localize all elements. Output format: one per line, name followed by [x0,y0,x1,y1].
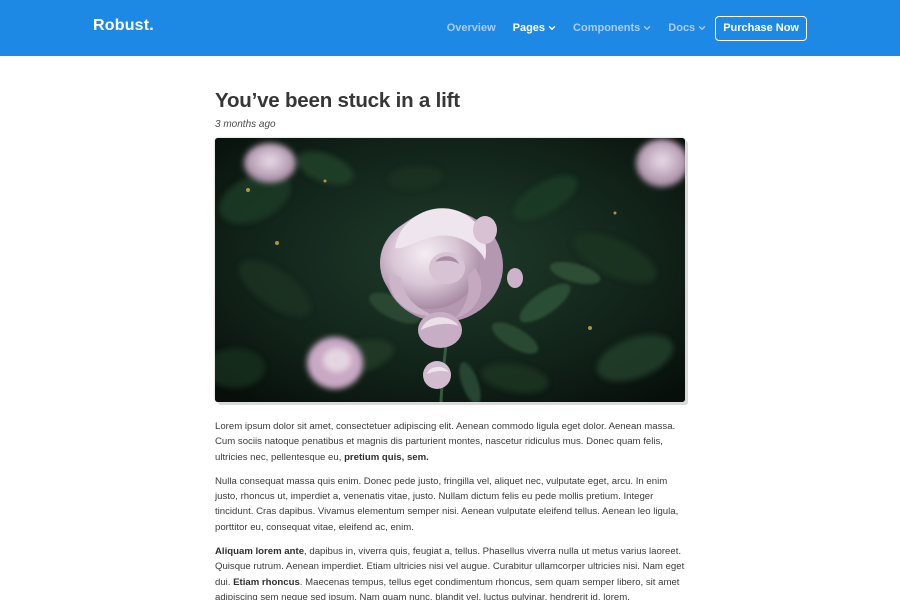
nav-item-label: Pages [512,22,546,34]
top-navbar: Robust. Overview Pages Components Docs P… [0,0,900,56]
nav-item-pages[interactable]: Pages [513,16,556,40]
article-body: Lorem ipsum dolor sit amet, consectetuer… [215,419,685,600]
nav-item-components[interactable]: Components [573,16,651,40]
article-paragraph: Nulla consequat massa quis enim. Donec p… [215,474,685,535]
chevron-down-icon [548,24,556,32]
brand-logo[interactable]: Robust. [93,17,154,35]
hero-image [215,138,685,402]
nav-item-docs[interactable]: Docs [668,16,706,40]
article-header: You’ve been stuck in a lift 3 months ago [215,88,685,132]
nav-item-label: Overview [446,22,496,34]
article-paragraph: Lorem ipsum dolor sit amet, consectetuer… [215,419,685,465]
post-date: 3 months ago [215,119,276,130]
page-title: You’ve been stuck in a lift [215,89,460,112]
purchase-now-button[interactable]: Purchase Now [715,15,807,41]
paragraph-text: Nulla consequat massa quis enim. Donec p… [215,475,679,533]
nav-item-overview[interactable]: Overview [447,16,496,40]
nav-item-label: Docs [668,22,696,34]
chevron-down-icon [643,24,651,32]
article-paragraph: Aliquam lorem ante, dapibus in, viverra … [215,544,685,600]
paragraph-text: Lorem ipsum dolor sit amet, consectetuer… [215,421,676,463]
main-nav: Overview Pages Components Docs Purchase … [447,15,807,41]
nav-item-label: Components [573,22,641,34]
paragraph-emphasis: pretium quis, sem. [344,451,429,463]
paragraph-emphasis: Etiam rhoncus [233,576,300,588]
chevron-down-icon [698,24,706,32]
paragraph-emphasis: Aliquam lorem ante [215,546,305,558]
